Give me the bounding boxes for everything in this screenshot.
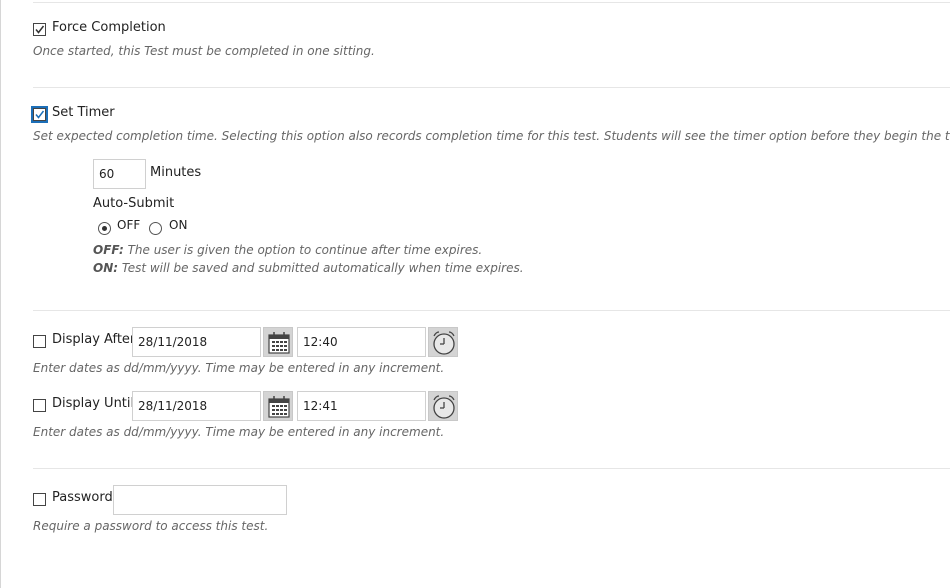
- auto-submit-on-radio[interactable]: [149, 222, 162, 235]
- checkmark-icon: [35, 25, 45, 34]
- on-help-text: Test will be saved and submitted automat…: [118, 261, 524, 275]
- display-until-checkbox[interactable]: [33, 399, 46, 412]
- divider: [33, 2, 950, 3]
- clock-icon: [433, 331, 455, 355]
- calendar-icon: [268, 396, 290, 418]
- auto-submit-off-help: OFF: The user is given the option to con…: [93, 243, 482, 257]
- left-border: [0, 0, 1, 588]
- force-completion-help: Once started, this Test must be complete…: [33, 44, 375, 58]
- display-after-calendar-button[interactable]: [263, 327, 293, 357]
- set-timer-checkbox[interactable]: [31, 106, 48, 123]
- display-after-label: Display After: [52, 332, 136, 347]
- minutes-input[interactable]: 60: [93, 159, 146, 189]
- display-until-help: Enter dates as dd/mm/yyyy. Time may be e…: [33, 425, 445, 439]
- divider: [33, 468, 950, 469]
- force-completion-checkbox[interactable]: [33, 23, 46, 36]
- off-help-key: OFF:: [93, 243, 124, 257]
- force-completion-label: Force Completion: [52, 20, 166, 35]
- password-input[interactable]: [113, 485, 287, 515]
- set-timer-label: Set Timer: [52, 105, 115, 120]
- off-help-text: The user is given the option to continue…: [123, 243, 483, 257]
- auto-submit-label: Auto-Submit: [93, 196, 175, 211]
- display-after-clock-button[interactable]: [428, 327, 458, 357]
- display-after-checkbox[interactable]: [33, 335, 46, 348]
- display-until-time-input[interactable]: 12:41: [297, 391, 426, 421]
- display-until-calendar-button[interactable]: [263, 391, 293, 421]
- display-until-date-input[interactable]: 28/11/2018: [132, 391, 261, 421]
- divider: [33, 87, 950, 88]
- auto-submit-off-radio[interactable]: [98, 222, 111, 235]
- radio-selected-dot: [102, 226, 107, 231]
- password-label: Password: [52, 490, 113, 505]
- divider: [33, 310, 950, 311]
- clock-icon: [433, 395, 455, 419]
- display-after-date-input[interactable]: 28/11/2018: [132, 327, 261, 357]
- minutes-label: Minutes: [150, 165, 202, 180]
- display-after-time-input[interactable]: 12:40: [297, 327, 426, 357]
- display-after-help: Enter dates as dd/mm/yyyy. Time may be e…: [33, 361, 445, 375]
- display-until-clock-button[interactable]: [428, 391, 458, 421]
- on-help-key: ON:: [93, 261, 119, 275]
- auto-submit-on-help: ON: Test will be saved and submitted aut…: [93, 261, 524, 275]
- calendar-icon: [268, 332, 290, 354]
- password-help: Require a password to access this test.: [33, 519, 269, 533]
- display-until-label: Display Until: [52, 396, 135, 411]
- checkmark-icon: [35, 110, 45, 119]
- password-checkbox[interactable]: [33, 493, 46, 506]
- set-timer-help: Set expected completion time. Selecting …: [33, 129, 950, 143]
- auto-submit-on-label: ON: [169, 218, 188, 232]
- auto-submit-off-label: OFF: [117, 218, 141, 232]
